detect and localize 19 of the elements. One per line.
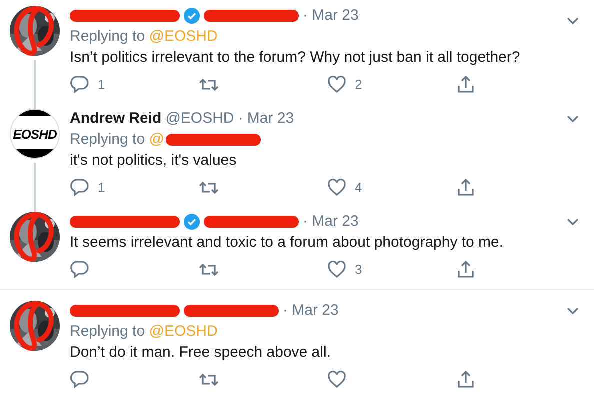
tweet-text: it's not politics, it's values	[70, 151, 238, 171]
reply-count: 1	[98, 76, 106, 94]
replying-label: Replying to	[70, 28, 146, 45]
reply-count: 1	[98, 179, 106, 198]
tweet-text: Isn’t politics irrelevant to the forum? Why not just ban it all together?	[70, 48, 522, 68]
eoshd-logo: EOSHD	[10, 109, 60, 159]
tweet-date[interactable]: · Mar 23	[238, 109, 294, 129]
like-count: 3	[355, 261, 362, 280]
like-count: 4	[355, 179, 362, 198]
tweet-date[interactable]: · Mar 23	[303, 212, 359, 232]
tweet-date[interactable]: · Mar 23	[303, 6, 359, 26]
author-name[interactable]: Andrew Reid	[70, 109, 162, 129]
tweet-text: Don’t do it man. Free speech above all.	[70, 343, 332, 363]
tweet-date[interactable]: · Mar 23	[283, 301, 339, 321]
replying-label: Replying to	[70, 131, 146, 148]
like-count: 2	[355, 76, 362, 94]
author-handle: @EOSHD	[166, 109, 234, 129]
tweet-text: It seems irrelevant and toxic to a forum about photography to me.	[70, 233, 505, 253]
replying-label: Replying to	[70, 323, 146, 340]
